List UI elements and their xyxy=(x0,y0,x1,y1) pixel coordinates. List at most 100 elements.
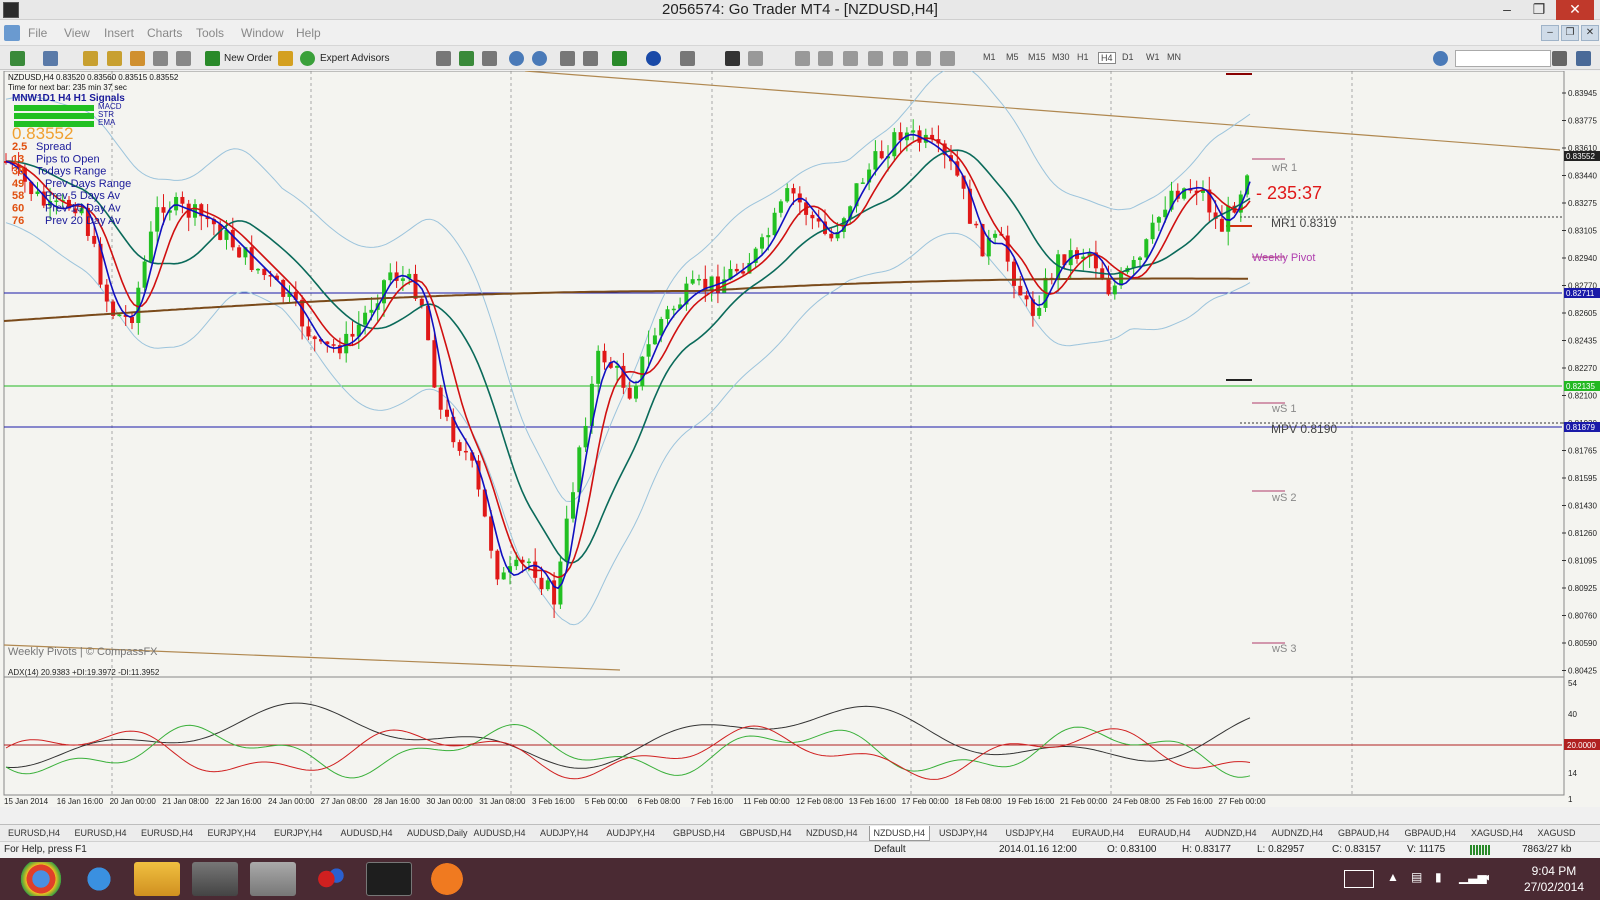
periods-icon[interactable] xyxy=(646,51,661,66)
settings-icon[interactable] xyxy=(1433,51,1448,66)
arrows-icon[interactable] xyxy=(940,51,955,66)
symbol-tab[interactable]: EURAUD,H4 xyxy=(1068,826,1128,841)
templates-icon[interactable] xyxy=(680,51,695,66)
timeframe-h1[interactable]: H1 xyxy=(1077,52,1089,62)
zoom-in-icon[interactable] xyxy=(509,51,524,66)
symbol-tab[interactable]: EURUSD,H4 xyxy=(137,826,197,841)
symbol-tab[interactable]: AUDUSD,H4 xyxy=(470,826,530,841)
symbol-tab[interactable]: GBPUSD,H4 xyxy=(736,826,796,841)
menu-file[interactable]: File xyxy=(28,26,47,40)
symbol-tab[interactable]: XAGUSD,H4 xyxy=(1467,826,1527,841)
trendline-icon[interactable] xyxy=(818,51,833,66)
ws3-label: wS 3 xyxy=(1271,643,1296,655)
data-window-icon[interactable] xyxy=(107,51,122,66)
symbol-tab[interactable]: AUDUSD,Daily xyxy=(403,826,472,841)
mdi-minimize-button[interactable]: – xyxy=(1541,25,1559,41)
metaeditor-icon[interactable] xyxy=(278,51,293,66)
text-label-icon[interactable] xyxy=(916,51,931,66)
tool-app-icon[interactable] xyxy=(192,862,238,896)
minimize-button[interactable]: – xyxy=(1492,0,1522,20)
market-watch-icon[interactable] xyxy=(83,51,98,66)
indicators-icon[interactable] xyxy=(612,51,627,66)
new-chart-icon[interactable] xyxy=(10,51,25,66)
symbol-tab[interactable]: NZDUSD,H4 xyxy=(868,826,931,841)
symbol-tab[interactable]: USDJPY,H4 xyxy=(1002,826,1058,841)
menu-help[interactable]: Help xyxy=(296,26,321,40)
mdi-close-button[interactable]: ✕ xyxy=(1581,25,1599,41)
timeframe-m15[interactable]: M15 xyxy=(1028,52,1046,62)
profiles-icon[interactable] xyxy=(43,51,58,66)
menu-tools[interactable]: Tools xyxy=(196,26,224,40)
channel-icon[interactable] xyxy=(843,51,858,66)
internet-explorer-icon[interactable] xyxy=(76,862,122,896)
candle-body xyxy=(860,182,865,184)
network-icon[interactable]: ▁▃▅ xyxy=(1459,870,1487,886)
timeframe-m1[interactable]: M1 xyxy=(983,52,996,62)
action-center-icon[interactable]: ▤ xyxy=(1411,870,1427,886)
chat-app-icon[interactable] xyxy=(308,862,354,896)
timeframe-w1[interactable]: W1 xyxy=(1146,52,1160,62)
symbol-tab[interactable]: EURUSD,H4 xyxy=(71,826,131,841)
maximize-button[interactable]: ❐ xyxy=(1524,0,1554,20)
symbol-tab[interactable]: NZDUSD,H4 xyxy=(802,826,862,841)
horizontal-line-icon[interactable] xyxy=(795,51,810,66)
symbol-tab[interactable]: XAGUSD xyxy=(1534,826,1580,841)
chart-svg[interactable]: NZDUSD,H4 0.83520 0.83560 0.83515 0.8355… xyxy=(0,66,1600,807)
menu-charts[interactable]: Charts xyxy=(147,26,182,40)
symbol-tab[interactable]: EURJPY,H4 xyxy=(204,826,260,841)
symbol-tab[interactable]: USDJPY,H4 xyxy=(935,826,991,841)
mailbox-icon[interactable] xyxy=(1576,51,1591,66)
chart-window[interactable]: NZDUSD,H4 0.83520 0.83560 0.83515 0.8355… xyxy=(0,66,1600,807)
close-button[interactable]: ✕ xyxy=(1556,0,1594,20)
timeframe-h4[interactable]: H4 xyxy=(1098,52,1116,64)
candlestick-icon[interactable] xyxy=(459,51,474,66)
text-icon[interactable] xyxy=(893,51,908,66)
mdi-restore-button[interactable]: ❐ xyxy=(1561,25,1579,41)
symbol-tab[interactable]: EURJPY,H4 xyxy=(270,826,326,841)
symbol-tab[interactable]: GBPAUD,H4 xyxy=(1401,826,1460,841)
chrome-icon[interactable] xyxy=(18,862,64,896)
symbol-tab[interactable]: GBPAUD,H4 xyxy=(1334,826,1393,841)
file-explorer-icon[interactable] xyxy=(134,862,180,896)
system-clock[interactable]: 9:04 PM 27/02/2014 xyxy=(1524,863,1584,895)
symbol-tab[interactable]: AUDJPY,H4 xyxy=(536,826,592,841)
bar-chart-icon[interactable] xyxy=(436,51,451,66)
cursor-icon[interactable] xyxy=(725,51,740,66)
expert-advisors-button[interactable]: Expert Advisors xyxy=(320,50,389,67)
chart-shift-icon[interactable] xyxy=(560,51,575,66)
symbol-tab[interactable]: AUDUSD,H4 xyxy=(337,826,397,841)
chart-window-icon[interactable] xyxy=(4,25,20,41)
zoom-out-icon[interactable] xyxy=(532,51,547,66)
symbol-tab[interactable]: AUDJPY,H4 xyxy=(603,826,659,841)
keyboard-icon[interactable] xyxy=(1344,870,1374,888)
orange-app-icon[interactable] xyxy=(424,862,470,896)
crosshair-icon[interactable] xyxy=(748,51,763,66)
timeframe-m5[interactable]: M5 xyxy=(1006,52,1019,62)
fibonacci-icon[interactable] xyxy=(868,51,883,66)
symbol-tab[interactable]: EURUSD,H4 xyxy=(4,826,64,841)
search-icon[interactable] xyxy=(1552,51,1567,66)
line-chart-icon[interactable] xyxy=(482,51,497,66)
show-hidden-icons[interactable]: ▲ xyxy=(1387,870,1403,886)
menu-insert[interactable]: Insert xyxy=(104,26,134,40)
power-icon[interactable]: ▮ xyxy=(1435,870,1451,886)
new-order-button[interactable]: New Order xyxy=(224,50,272,67)
strategy-tester-icon[interactable] xyxy=(176,51,191,66)
timeframe-m30[interactable]: M30 xyxy=(1052,52,1070,62)
terminal-icon[interactable] xyxy=(153,51,168,66)
symbol-tab[interactable]: AUDNZD,H4 xyxy=(1268,826,1328,841)
volume-icon[interactable]: ◖ xyxy=(1484,870,1500,886)
symbol-tab[interactable]: EURAUD,H4 xyxy=(1135,826,1195,841)
timeframe-mn[interactable]: MN xyxy=(1167,52,1181,62)
menu-view[interactable]: View xyxy=(64,26,90,40)
mpv-label: MPV 0.8190 xyxy=(1271,422,1337,436)
symbol-tab[interactable]: AUDNZD,H4 xyxy=(1201,826,1261,841)
symbol-tab[interactable]: GBPUSD,H4 xyxy=(669,826,729,841)
auto-scroll-icon[interactable] xyxy=(583,51,598,66)
go-trader-icon[interactable] xyxy=(366,862,412,896)
navigator-icon[interactable] xyxy=(130,51,145,66)
timeframe-d1[interactable]: D1 xyxy=(1122,52,1134,62)
calculator-icon[interactable] xyxy=(250,862,296,896)
search-input[interactable] xyxy=(1455,50,1551,67)
menu-window[interactable]: Window xyxy=(241,26,284,40)
